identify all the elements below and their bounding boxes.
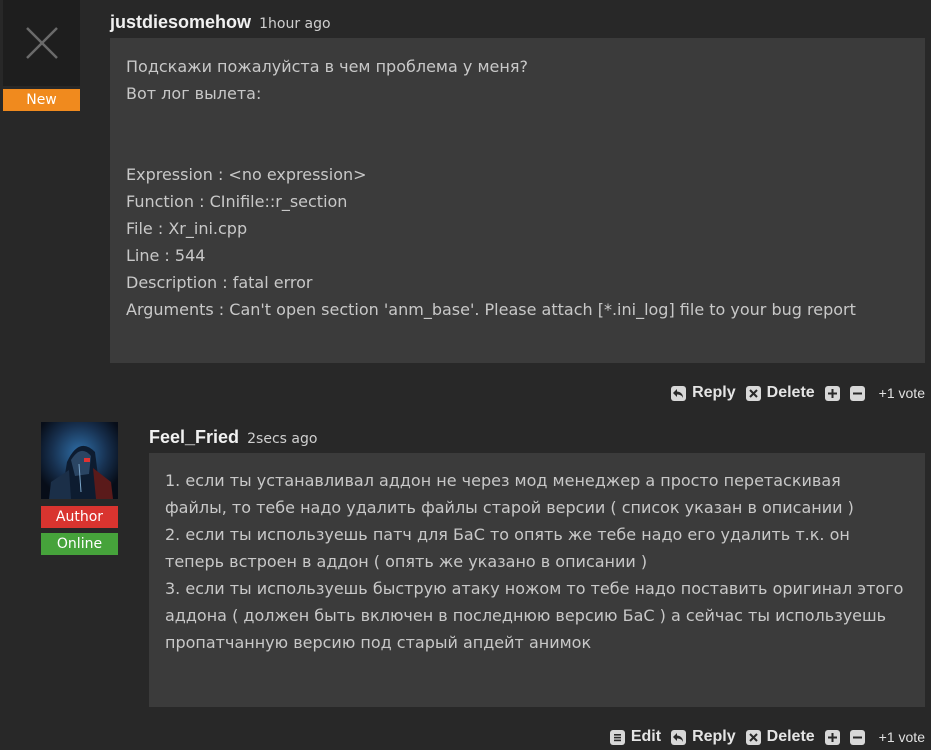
- comment-line: файлы, то тебе надо удалить файлы старой…: [165, 498, 854, 517]
- minus-icon: [852, 736, 862, 738]
- comment-line: 1. если ты устанавливал аддон не через м…: [165, 471, 841, 490]
- delete-label: Delete: [766, 728, 815, 745]
- minus-icon: [852, 392, 862, 394]
- comment-line: Arguments : Can't open section 'anm_base…: [126, 300, 856, 319]
- user-avatar[interactable]: [41, 422, 118, 499]
- vote-count: +1 vote: [878, 729, 925, 745]
- comment-line: File : Xr_ini.cpp: [126, 219, 248, 238]
- comments-page: New justdiesomehow 1hour ago Подскажи по…: [0, 0, 931, 750]
- comment-line: теперь встроен в аддон ( опять же указан…: [165, 552, 648, 571]
- author-badge: Author: [41, 506, 118, 528]
- delete-label: Delete: [766, 384, 815, 401]
- comment-body: Подскажи пожалуйста в чем проблема у мен…: [110, 38, 925, 363]
- comment-timestamp[interactable]: 1hour ago: [259, 16, 330, 32]
- reply-button[interactable]: Reply: [671, 384, 736, 402]
- comment-line: Line : 544: [126, 246, 206, 265]
- comment-line: Description : fatal error: [126, 273, 313, 292]
- downvote-button[interactable]: [849, 729, 865, 745]
- reply-icon: [671, 385, 687, 401]
- comment-actions: Edit Reply Delete +1 vote: [600, 728, 925, 746]
- comment-line: Вот лог вылета:: [126, 84, 262, 103]
- comment-line: пропатчанную версию под старый апдейт ан…: [165, 633, 592, 652]
- comment-line: [126, 134, 856, 161]
- edit-label: Edit: [630, 728, 662, 745]
- comment-line: [126, 107, 856, 134]
- plus-icon: [827, 732, 837, 742]
- comment-username[interactable]: Feel_Fried: [149, 427, 239, 447]
- comment-line: Подскажи пожалуйста в чем проблема у мен…: [126, 57, 528, 76]
- upvote-button[interactable]: [824, 729, 840, 745]
- default-avatar[interactable]: [3, 0, 80, 86]
- comment-header: Feel_Fried 2secs ago: [149, 427, 317, 448]
- comment-body: 1. если ты устанавливал аддон не через м…: [149, 453, 925, 707]
- reply-label: Reply: [692, 384, 736, 401]
- x-icon: [26, 27, 58, 59]
- comment-line: аддона ( должен быть включен в последнюю…: [165, 606, 887, 625]
- comment-header: justdiesomehow 1hour ago: [110, 12, 331, 33]
- vote-count: +1 vote: [878, 385, 925, 401]
- comment-line: Function : CInifile::r_section: [126, 192, 348, 211]
- comment-line: 2. если ты используешь патч для БаС то о…: [165, 525, 850, 544]
- edit-button[interactable]: Edit: [609, 728, 662, 746]
- plus-icon: [827, 388, 837, 398]
- comment-actions: Reply Delete +1 vote: [661, 384, 925, 402]
- delete-button[interactable]: Delete: [745, 728, 815, 746]
- reply-button[interactable]: Reply: [671, 728, 736, 746]
- delete-icon: [745, 729, 761, 745]
- online-badge: Online: [41, 533, 118, 555]
- comment-username[interactable]: justdiesomehow: [110, 12, 251, 32]
- comment-timestamp[interactable]: 2secs ago: [247, 431, 317, 447]
- comment-line: Expression : <no expression>: [126, 165, 367, 184]
- upvote-button[interactable]: [824, 385, 840, 401]
- delete-button[interactable]: Delete: [745, 384, 815, 402]
- reply-label: Reply: [692, 728, 736, 745]
- edit-icon: [609, 729, 625, 745]
- delete-icon: [745, 385, 761, 401]
- comment-line: 3. если ты используешь быструю атаку нож…: [165, 579, 904, 598]
- downvote-button[interactable]: [849, 385, 865, 401]
- reply-icon: [671, 729, 687, 745]
- new-badge: New: [3, 89, 80, 111]
